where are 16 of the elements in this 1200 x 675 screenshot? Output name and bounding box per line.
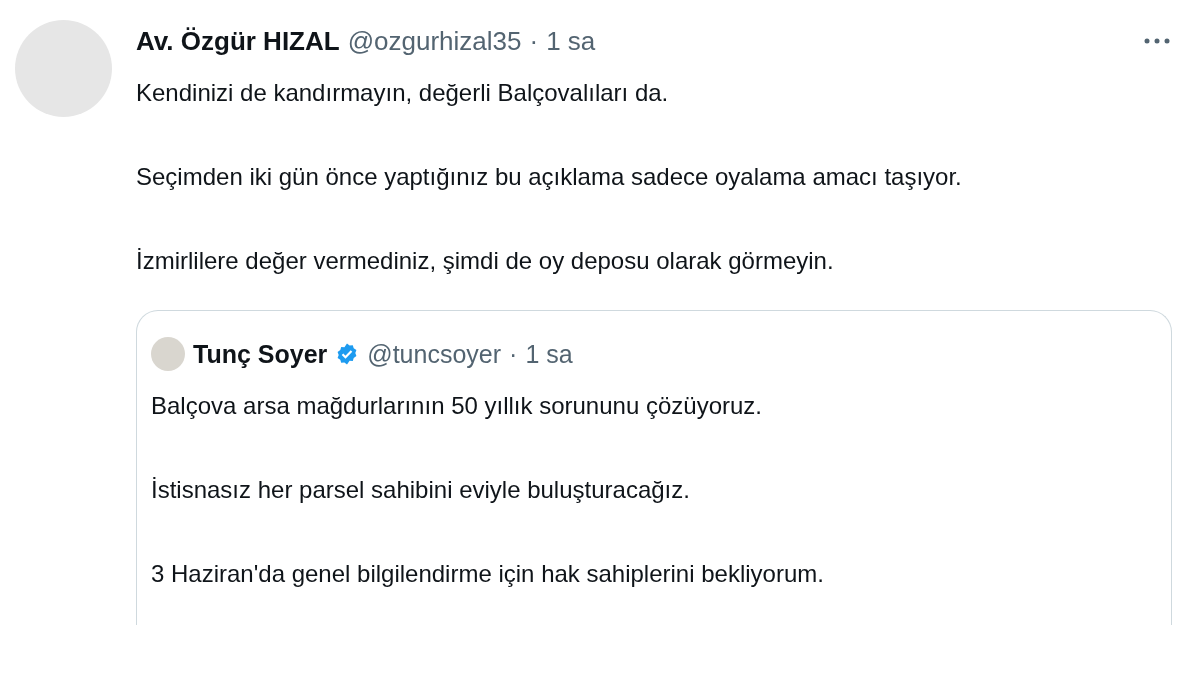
avatar[interactable]	[151, 337, 185, 371]
separator-dot: ·	[529, 25, 539, 58]
quoted-post-text: Balçova arsa mağdurlarının 50 yıllık sorununu çözüyoruz.	[151, 391, 763, 421]
post-time[interactable]: 1 sa	[546, 20, 596, 62]
separator-dot: ·	[509, 339, 518, 369]
quoted-post-text: İstisnasız her parsel sahibini eviyle buluşturacağız.	[151, 475, 691, 505]
author-name[interactable]: Tunç Soyer	[193, 339, 328, 369]
more-options-icon[interactable]	[1142, 36, 1172, 46]
post-text: Seçimden iki gün önce yaptığınız bu açıklama sadece oyalama amacı taşıyor.	[136, 162, 963, 192]
author-name[interactable]: Av. Özgür HIZAL	[136, 20, 340, 62]
post-text: Kendinizi de kandırmayın, değerli Balçovalıları da.	[136, 78, 670, 108]
post-time[interactable]: 1 sa	[525, 339, 573, 369]
quoted-post-text: 3 Haziran'da genel bilgilendirme için hak sahiplerini bekliyorum.	[151, 559, 825, 589]
post-text: İzmirlilere değer vermediniz, şimdi de oy deposu olarak görmeyin.	[136, 246, 835, 276]
author-handle[interactable]: @tuncsoyer	[367, 339, 502, 369]
author-handle[interactable]: @ozgurhizal35	[347, 20, 522, 62]
